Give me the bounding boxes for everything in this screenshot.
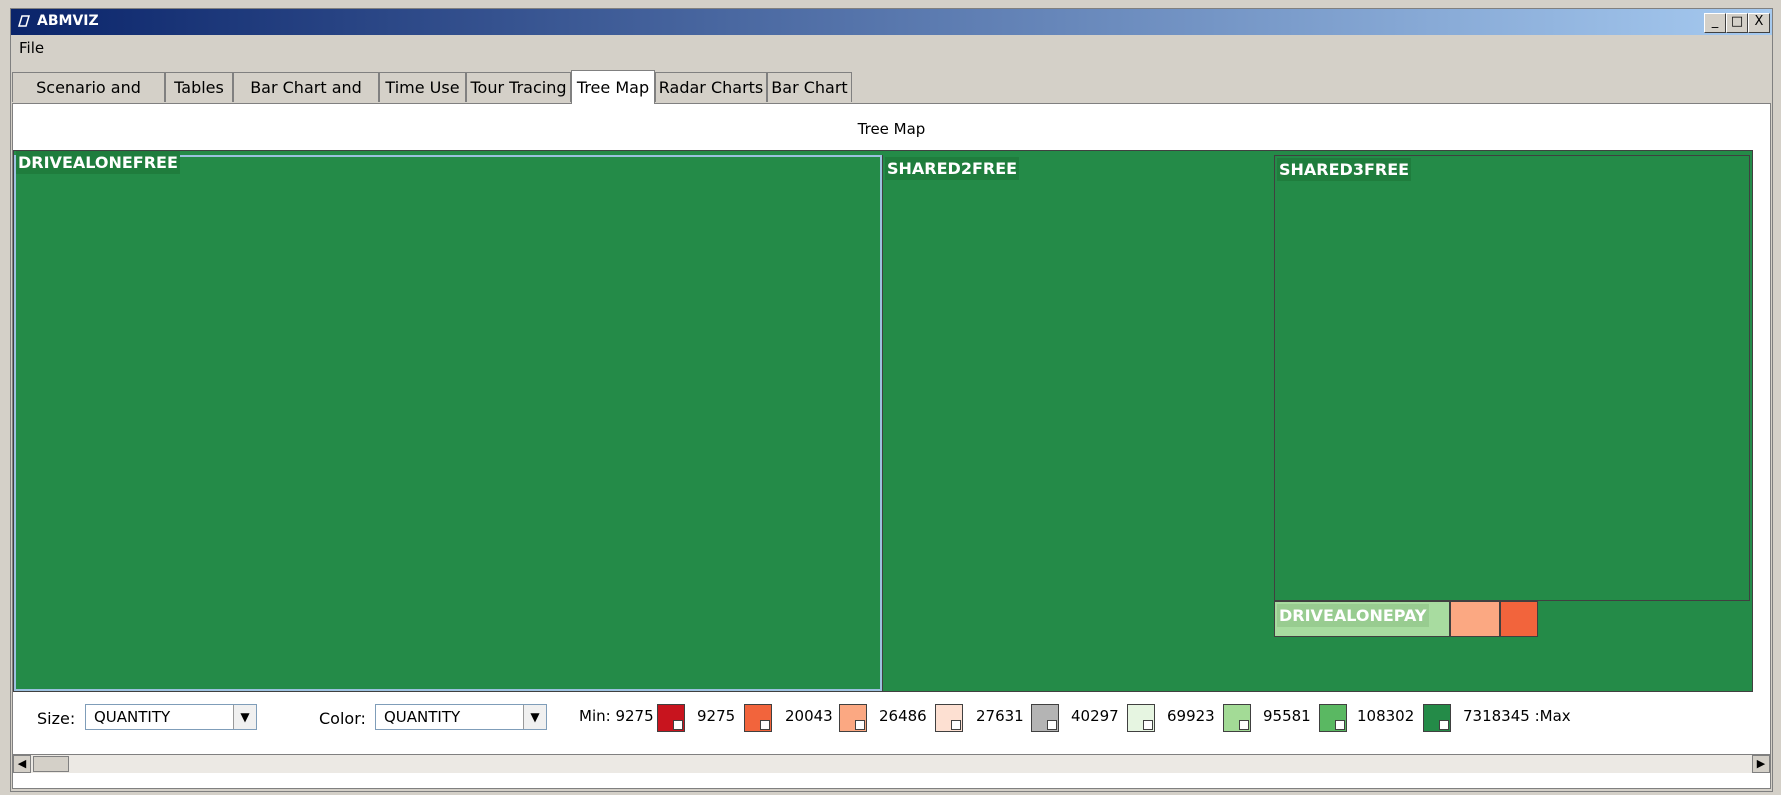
title-bar[interactable]: ABMVIZ _ □ X — [11, 9, 1772, 35]
close-button[interactable]: X — [1748, 13, 1770, 33]
legend-swatch[interactable] — [1031, 704, 1059, 732]
legend-swatch[interactable] — [657, 704, 685, 732]
treemap-cell-label: SHARED2FREE — [885, 157, 1020, 180]
dropdown-icon — [760, 720, 770, 730]
app-window: ABMVIZ _ □ X File Scenario and Query Tab… — [10, 8, 1773, 792]
minimize-button[interactable]: _ — [1704, 13, 1726, 33]
legend-swatch[interactable] — [839, 704, 867, 732]
size-combo[interactable]: QUANTITY ▼ — [85, 704, 257, 730]
size-combo-value: QUANTITY — [94, 708, 171, 726]
tab-tree-map[interactable]: Tree Map — [571, 70, 655, 104]
legend-value: 95581 — [1263, 707, 1311, 725]
legend-value: 40297 — [1071, 707, 1119, 725]
color-label: Color: — [319, 709, 366, 728]
legend-swatch[interactable] — [1127, 704, 1155, 732]
legend-swatch[interactable] — [935, 704, 963, 732]
window-title: ABMVIZ — [37, 13, 99, 29]
legend-swatch[interactable] — [744, 704, 772, 732]
dropdown-icon — [1439, 720, 1449, 730]
treemap-controls: Size: QUANTITY ▼ Color: QUANTITY ▼ Min: … — [13, 694, 1770, 742]
treemap-cell-label: DRIVEALONEPAY — [1277, 604, 1429, 627]
tab-scenario-and-query[interactable]: Scenario and Query — [12, 72, 165, 127]
dropdown-icon — [1047, 720, 1057, 730]
chevron-down-icon[interactable]: ▼ — [233, 705, 256, 729]
color-combo-value: QUANTITY — [384, 708, 461, 726]
dropdown-icon — [1239, 720, 1249, 730]
treemap-cell-drivealonepay[interactable]: DRIVEALONEPAY — [1274, 601, 1450, 637]
scroll-thumb[interactable] — [33, 756, 69, 772]
treemap-cell-drivealonefree[interactable]: DRIVEALONEFREE — [14, 151, 882, 691]
maximize-button[interactable]: □ — [1726, 13, 1748, 33]
legend-value: 69923 — [1167, 707, 1215, 725]
color-combo[interactable]: QUANTITY ▼ — [375, 704, 547, 730]
menu-file[interactable]: File — [19, 39, 44, 57]
legend-min: Min: 9275 — [579, 707, 654, 725]
tab-tables[interactable]: Tables — [165, 72, 233, 102]
scroll-right-icon[interactable]: ▶ — [1752, 755, 1770, 773]
tree-map: DRIVEALONEFREE SHARED2FREE SHARED3FREE D… — [13, 150, 1753, 692]
dropdown-icon — [951, 720, 961, 730]
tab-tour-tracing[interactable]: Tour Tracing — [466, 72, 571, 102]
tree-map-panel: Tree Map DRIVEALONEFREE SHARED2FREE SHAR… — [12, 103, 1771, 789]
treemap-cell-small-red[interactable] — [1500, 601, 1538, 637]
size-label: Size: — [37, 709, 76, 728]
legend-swatch[interactable] — [1223, 704, 1251, 732]
app-icon — [17, 15, 31, 27]
legend-value: 108302 — [1357, 707, 1415, 725]
treemap-cell-label: SHARED3FREE — [1277, 158, 1412, 181]
treemap-cell-label: DRIVEALONEFREE — [16, 151, 180, 174]
legend-value: 27631 — [976, 707, 1024, 725]
menu-bar: File — [11, 36, 1772, 60]
dropdown-icon — [855, 720, 865, 730]
dropdown-icon — [673, 720, 683, 730]
tab-bar-chart-and-map[interactable]: Bar Chart and Map — [233, 72, 379, 127]
legend-value: 26486 — [879, 707, 927, 725]
legend-value: 20043 — [785, 707, 833, 725]
tab-radar-charts[interactable]: Radar Charts — [655, 72, 767, 102]
legend-value: 9275 — [697, 707, 736, 725]
legend-swatch[interactable] — [1319, 704, 1347, 732]
dropdown-icon — [1143, 720, 1153, 730]
legend-max: 7318345 :Max — [1463, 707, 1571, 725]
treemap-cell-shared2free[interactable]: SHARED2FREE — [882, 155, 1274, 691]
legend-swatch[interactable] — [1423, 704, 1451, 732]
scroll-left-icon[interactable]: ◀ — [13, 755, 31, 773]
treemap-cell-shared3free[interactable]: SHARED3FREE — [1274, 155, 1750, 601]
chevron-down-icon[interactable]: ▼ — [523, 705, 546, 729]
dropdown-icon — [1335, 720, 1345, 730]
horizontal-scrollbar[interactable]: ◀ ▶ — [13, 754, 1770, 773]
tab-bar-chart[interactable]: Bar Chart — [767, 72, 852, 102]
treemap-cell-small-peach[interactable] — [1450, 601, 1500, 637]
tab-time-use[interactable]: Time Use — [379, 72, 466, 102]
panel-title: Tree Map — [857, 120, 926, 138]
